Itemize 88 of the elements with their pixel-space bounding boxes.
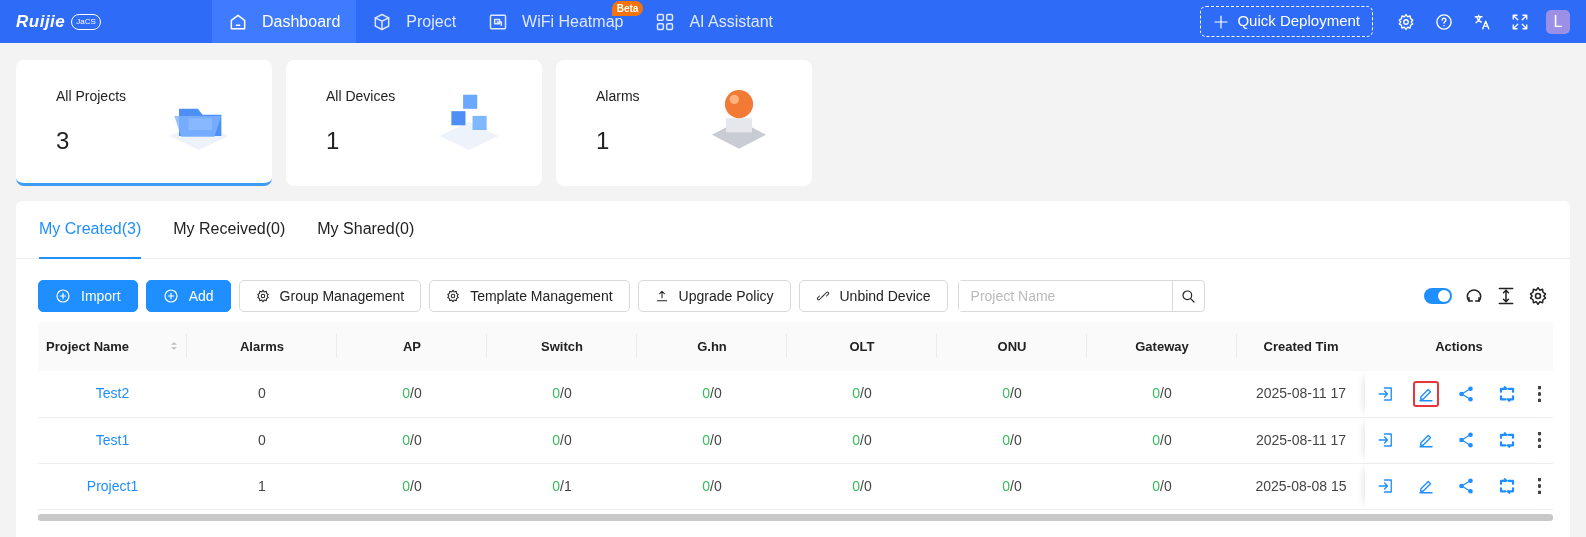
settings-icon	[255, 289, 270, 303]
stat-card[interactable]: All Projects 3	[16, 60, 272, 186]
table-cell: 0/1	[487, 463, 637, 509]
column-header: OLT	[787, 322, 937, 371]
upload-icon	[654, 289, 669, 303]
column-header: Alarms	[187, 322, 337, 371]
toolbar-button[interactable]: Group Management	[238, 280, 422, 312]
table-cell: 0/0	[937, 463, 1087, 509]
more-icon	[1537, 432, 1541, 448]
row-height-icon[interactable]	[1496, 286, 1516, 306]
column-header: G.hn	[637, 322, 787, 371]
beta-badge: Beta	[611, 1, 644, 16]
column-header: Actions	[1365, 322, 1553, 371]
fullscreen-icon[interactable]	[1511, 12, 1529, 31]
stat-label: All Projects	[56, 87, 128, 106]
table-cell: 0/0	[487, 417, 637, 463]
share-icon	[1457, 431, 1476, 449]
table-cell: 0/0	[1087, 417, 1237, 463]
column-header: Switch	[487, 322, 637, 371]
toolbar-button[interactable]: Template Management	[429, 280, 630, 312]
toolbar-button[interactable]: Import	[38, 280, 138, 312]
share-icon	[1457, 384, 1476, 403]
tab[interactable]: My Shared(0)	[317, 200, 415, 259]
table-cell: 0/0	[487, 371, 637, 417]
column-header: AP	[337, 322, 487, 371]
stat-value: 1	[596, 126, 611, 156]
table-cell: 0/0	[1087, 463, 1237, 509]
toolbar-button[interactable]: Add	[145, 280, 231, 312]
project-link[interactable]: Test1	[95, 431, 130, 448]
table-cell: 0/0	[337, 463, 487, 509]
project-link[interactable]: Project1	[86, 477, 139, 494]
stat-card[interactable]: All Devices 1	[286, 60, 542, 186]
project-link[interactable]: Test2	[95, 385, 130, 402]
table-cell: 0/0	[337, 417, 487, 463]
logo: Ruijie	[16, 10, 66, 33]
search-field[interactable]: Project Name	[957, 280, 1205, 312]
column-header: ONU	[937, 322, 1087, 371]
more-icon	[1537, 478, 1541, 494]
table-cell: 2025-08-11 17	[1237, 417, 1365, 463]
unlink-icon	[815, 289, 830, 303]
table-cell: 0/0	[937, 371, 1087, 417]
table-cell: 0/0	[787, 463, 937, 509]
nav-tab[interactable]: Dashboard	[212, 0, 357, 43]
stat-label: All Devices	[326, 87, 397, 106]
table-cell: 0/0	[337, 371, 487, 417]
add-icon	[162, 288, 179, 304]
stat-value: 1	[326, 126, 341, 156]
table-cell: 0	[187, 417, 337, 463]
table-cell: 1	[187, 463, 337, 509]
avatar[interactable]: L	[1546, 9, 1570, 34]
table-cell: 2025-08-11 17	[1237, 371, 1365, 417]
quick-deployment-button[interactable]: Quick Deployment	[1200, 6, 1373, 37]
grid-icon	[655, 11, 676, 32]
table-cell: 0/0	[637, 463, 787, 509]
column-header: Created Tim	[1237, 322, 1365, 371]
swap-icon	[1497, 477, 1516, 495]
edit-button[interactable]	[1413, 380, 1440, 407]
more-icon	[1537, 385, 1541, 402]
table-cell: 0/0	[937, 417, 1087, 463]
search-icon	[1180, 288, 1197, 304]
tab[interactable]: My Created(3)	[39, 200, 142, 259]
tab[interactable]: My Received(0)	[173, 200, 286, 259]
table-cell: 0	[187, 371, 337, 417]
column-header: Gateway	[1087, 322, 1237, 371]
add-icon	[55, 288, 71, 304]
table-cell: 2025-08-08 15	[1237, 463, 1365, 509]
table-cell: 0/0	[787, 417, 937, 463]
table-cell: 0/0	[637, 417, 787, 463]
table-cell: 0/0	[637, 371, 787, 417]
column-header: Project Name	[46, 338, 130, 354]
table-cell: 0/0	[1087, 371, 1237, 417]
plus-icon	[1213, 13, 1230, 30]
help-icon[interactable]	[1435, 12, 1453, 31]
stat-card[interactable]: Alarms 1	[556, 60, 812, 186]
toolbar-button[interactable]: Unbind Device	[798, 280, 948, 312]
nav-tab[interactable]: Project	[356, 0, 473, 43]
settings-icon[interactable]	[1528, 286, 1548, 306]
swap-icon	[1497, 431, 1516, 449]
table-cell: 0/0	[787, 371, 937, 417]
toolbar-button[interactable]: Upgrade Policy	[637, 280, 791, 312]
settings-icon	[446, 289, 461, 303]
share-icon	[1457, 477, 1476, 495]
scrollbar[interactable]	[38, 513, 1553, 521]
translate-icon[interactable]	[1473, 12, 1491, 31]
toggle-switch[interactable]	[1424, 288, 1452, 304]
swap-icon	[1497, 384, 1516, 403]
stat-label: Alarms	[596, 87, 641, 106]
stat-value: 3	[56, 126, 71, 156]
